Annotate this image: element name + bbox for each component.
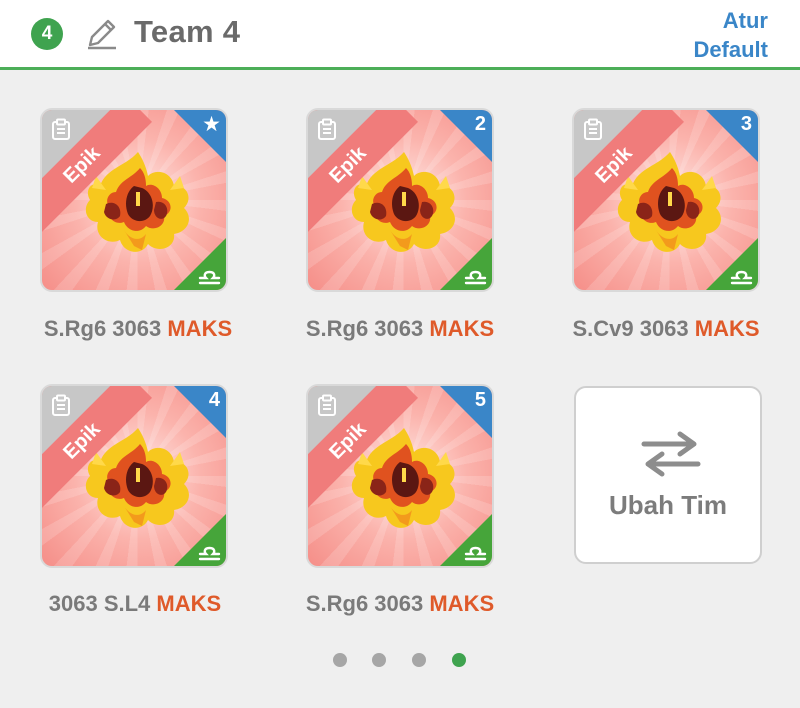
monster-card[interactable]: Epik 4 xyxy=(40,384,228,568)
monster-name: 3063 S.L4 xyxy=(48,591,157,616)
libra-icon xyxy=(730,270,753,285)
slot-number: 5 xyxy=(474,389,486,411)
monster-name-label: 3063 S.L4 MAKS xyxy=(10,591,260,617)
libra-icon xyxy=(464,270,487,285)
monster-name-label: S.Rg6 3063 MAKS xyxy=(275,591,525,617)
libra-icon xyxy=(198,270,221,285)
monster-card[interactable]: Epik 2 xyxy=(306,108,494,292)
page-dot[interactable] xyxy=(452,653,466,667)
clipboard-icon xyxy=(318,394,336,416)
monster-name: S.Rg6 3063 xyxy=(43,316,168,341)
set-default-button[interactable]: Atur Default xyxy=(693,6,768,64)
libra-icon xyxy=(198,546,221,561)
switch-team-button[interactable]: Ubah Tim xyxy=(574,386,762,564)
max-level-tag: MAKS xyxy=(167,316,233,341)
clipboard-icon xyxy=(52,118,70,140)
max-level-tag: MAKS xyxy=(694,316,760,341)
set-default-label-line2: Default xyxy=(693,37,768,62)
page-dot[interactable] xyxy=(412,653,426,667)
page-dot[interactable] xyxy=(333,653,347,667)
monster-name-label: S.Rg6 3063 MAKS xyxy=(13,316,263,342)
monster-card[interactable]: Epik ★ xyxy=(40,108,228,292)
set-default-label-line1: Atur xyxy=(722,8,768,33)
clipboard-icon xyxy=(318,118,336,140)
leader-star-icon: ★ xyxy=(202,113,221,136)
monster-name: S.Rg6 3063 xyxy=(305,316,430,341)
team-header: 4 Team 4 Atur Default xyxy=(0,0,800,70)
monster-card[interactable]: Epik 3 xyxy=(572,108,760,292)
monster-name-label: S.Cv9 3063 MAKS xyxy=(541,316,791,342)
clipboard-icon xyxy=(584,118,602,140)
max-level-tag: MAKS xyxy=(156,591,222,616)
team-name[interactable]: Team 4 xyxy=(134,14,240,50)
monster-card[interactable]: Epik 5 xyxy=(306,384,494,568)
swap-arrows-icon xyxy=(641,431,701,477)
pencil-icon[interactable] xyxy=(84,17,118,51)
monster-name: S.Cv9 3063 xyxy=(572,316,695,341)
switch-team-label: Ubah Tim xyxy=(609,490,727,520)
slot-number: 4 xyxy=(208,389,220,411)
max-level-tag: MAKS xyxy=(429,591,495,616)
slot-number: 2 xyxy=(474,113,486,135)
monster-name-label: S.Rg6 3063 MAKS xyxy=(275,316,525,342)
page-dot[interactable] xyxy=(372,653,386,667)
slot-number: 3 xyxy=(740,113,752,135)
monster-name: S.Rg6 3063 xyxy=(305,591,430,616)
libra-icon xyxy=(464,546,487,561)
clipboard-icon xyxy=(52,394,70,416)
team-number-badge: 4 xyxy=(31,18,63,50)
max-level-tag: MAKS xyxy=(429,316,495,341)
